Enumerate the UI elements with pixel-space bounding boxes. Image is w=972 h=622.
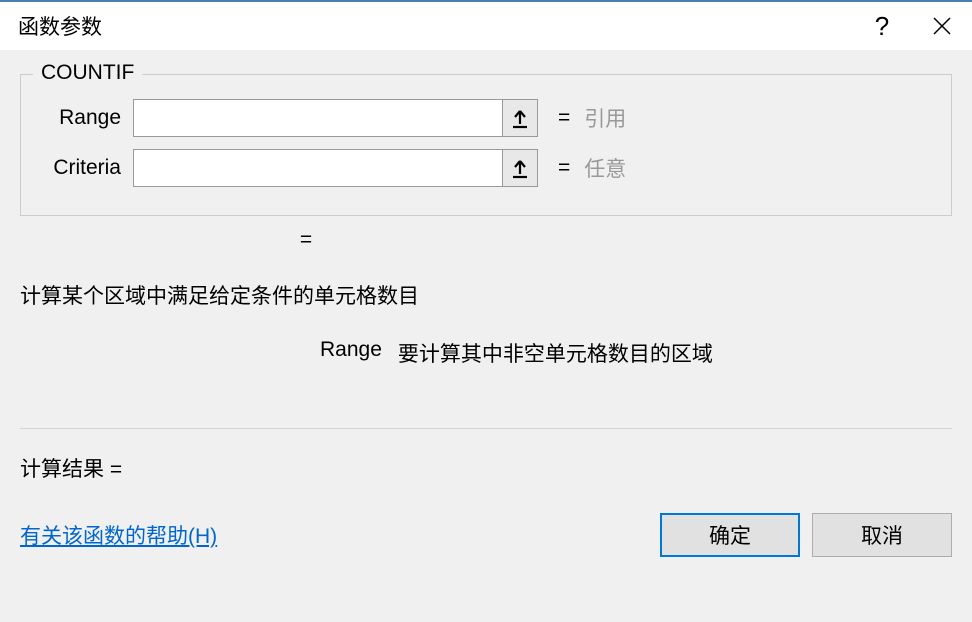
param-description-row: Range 要计算其中非空单元格数目的区域 [20,338,952,368]
param-desc-label: Range [320,338,382,368]
param-label-range: Range [41,106,133,130]
equals-sign: = [558,156,570,180]
cancel-button[interactable]: 取消 [812,513,952,557]
param-desc-text: 要计算其中非空单元格数目的区域 [398,338,713,368]
range-input[interactable] [133,99,503,137]
collapse-dialog-icon [510,107,530,129]
close-button[interactable] [912,2,972,50]
title-bar-buttons: ? [852,2,972,50]
param-hint-range: 引用 [584,103,626,133]
title-bar: 函数参数 ? [0,2,972,50]
dialog-footer: 有关该函数的帮助(H) 确定 取消 [20,513,952,575]
function-help-link[interactable]: 有关该函数的帮助(H) [20,520,217,550]
dialog-content: COUNTIF Range = 引用 Criteria [0,50,972,622]
separator [20,428,952,429]
equals-sign: = [558,106,570,130]
footer-buttons: 确定 取消 [660,513,952,557]
range-picker-button[interactable] [502,99,538,137]
function-description: 计算某个区域中满足给定条件的单元格数目 [20,280,952,310]
criteria-input[interactable] [133,149,503,187]
param-hint-criteria: 任意 [584,153,626,183]
param-row-criteria: Criteria = 任意 [41,149,931,187]
calculation-result: 计算结果 = [20,453,952,483]
ok-button[interactable]: 确定 [660,513,800,557]
param-input-wrap-criteria [133,149,538,187]
function-name-legend: COUNTIF [33,61,142,85]
param-label-criteria: Criteria [41,156,133,180]
function-fieldset: COUNTIF Range = 引用 Criteria [20,74,952,216]
dialog-title: 函数参数 [18,11,852,41]
collapse-dialog-icon [510,157,530,179]
criteria-picker-button[interactable] [502,149,538,187]
param-row-range: Range = 引用 [41,99,931,137]
close-icon [932,16,952,36]
param-input-wrap-range [133,99,538,137]
formula-result-preview: = [20,228,952,252]
function-arguments-dialog: 函数参数 ? COUNTIF Range [0,0,972,622]
help-button[interactable]: ? [852,2,912,50]
